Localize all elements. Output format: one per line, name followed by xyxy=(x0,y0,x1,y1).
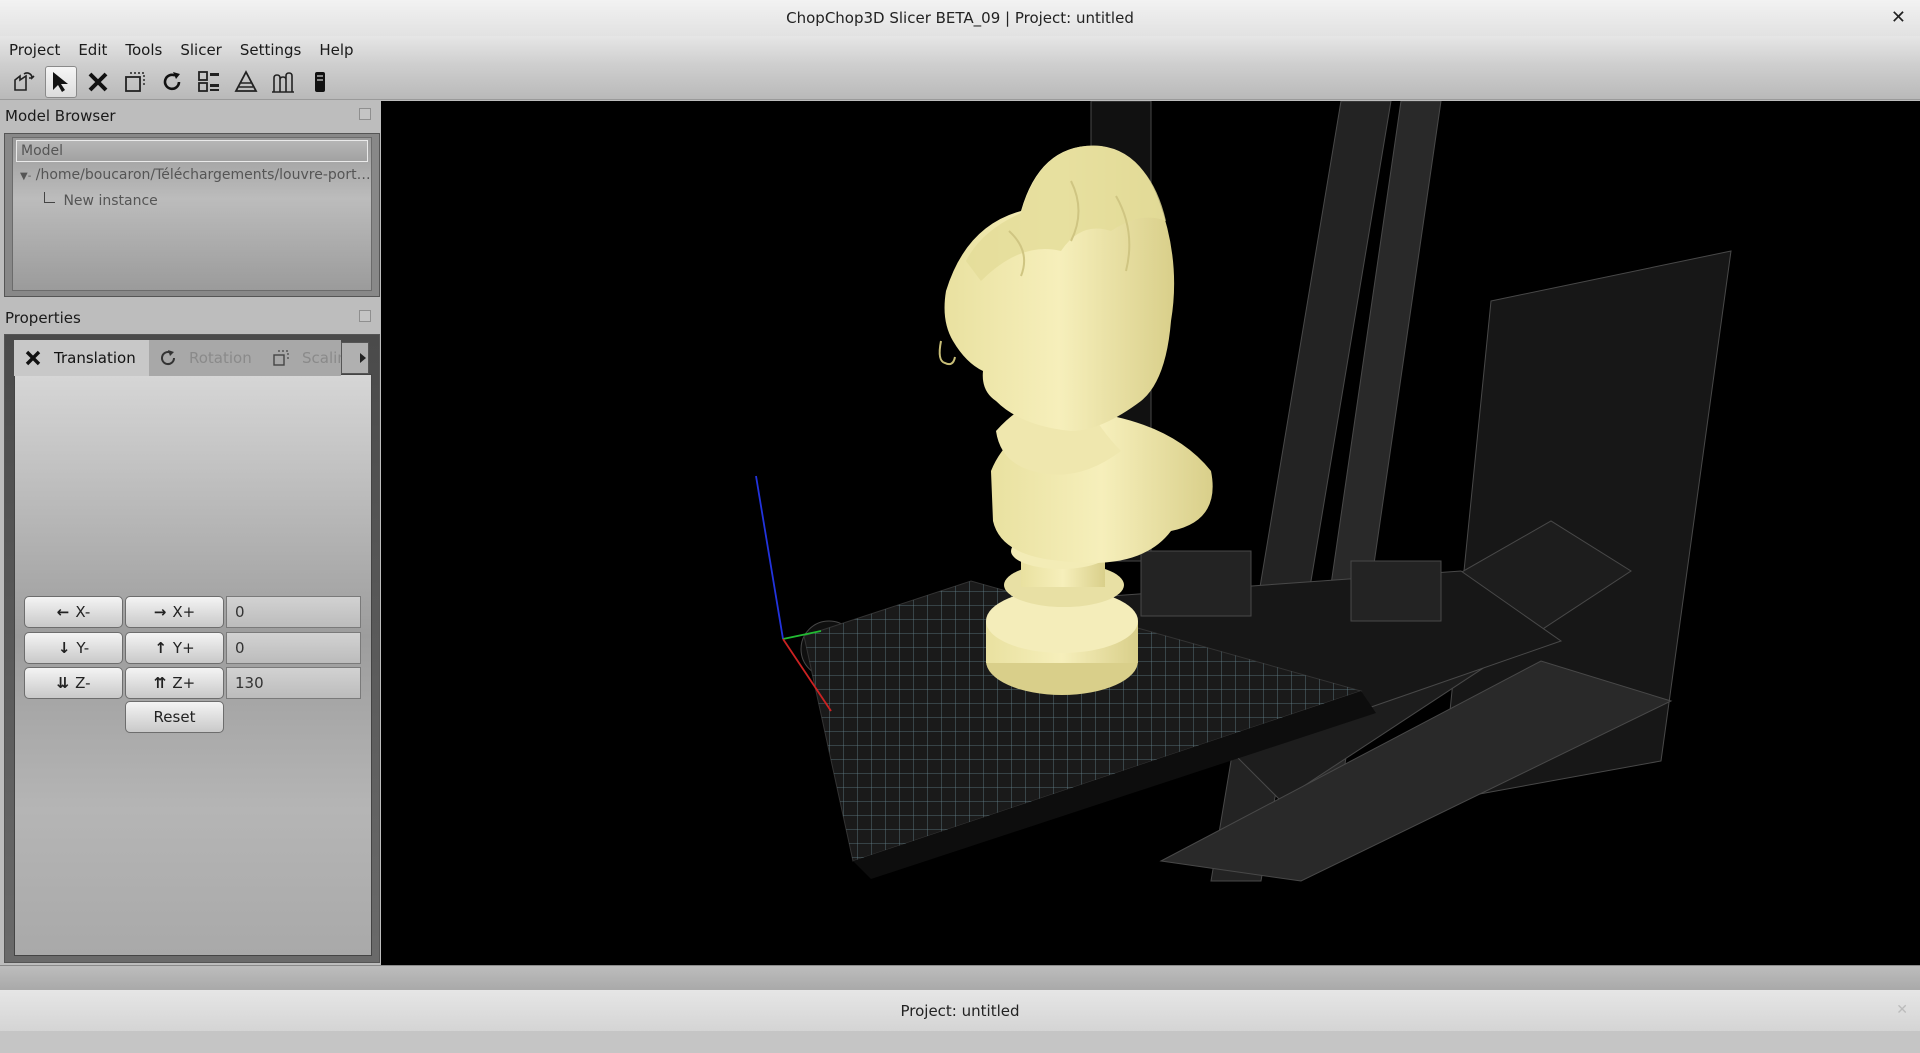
tab-translation-label: Translation xyxy=(54,349,136,367)
arrange-icon[interactable] xyxy=(193,66,225,98)
slice-icon[interactable] xyxy=(230,66,262,98)
properties-tabs: Translation Rotation Scalin xyxy=(14,340,341,376)
x-plus-label: X+ xyxy=(172,603,196,621)
arrow-down-icon: ↓ xyxy=(57,639,71,657)
z-plus-button[interactable]: ⇈ Z+ xyxy=(125,667,224,699)
arrow-up-icon: ↑ xyxy=(154,639,167,657)
double-chevron-down-icon: ⇊ xyxy=(56,674,70,692)
dock-icon[interactable] xyxy=(359,310,371,322)
y-minus-button[interactable]: ↓ Y- xyxy=(24,632,123,664)
dock-splitter[interactable] xyxy=(0,965,1920,990)
menu-edit[interactable]: Edit xyxy=(69,36,116,64)
scale-icon xyxy=(273,350,289,366)
menu-tools[interactable]: Tools xyxy=(116,36,171,64)
close-icon[interactable]: ✕ xyxy=(1891,7,1906,28)
x-plus-button[interactable]: → X+ xyxy=(125,596,224,628)
tab-scaling[interactable]: Scalin xyxy=(262,340,341,376)
tab-scroll-right-button[interactable] xyxy=(341,342,369,374)
tree-connector-icon xyxy=(44,192,55,203)
status-text: Project: untitled xyxy=(900,1002,1020,1020)
tab-rotation[interactable]: Rotation xyxy=(149,340,262,376)
menu-slicer[interactable]: Slicer xyxy=(171,36,231,64)
select-pointer-icon[interactable] xyxy=(45,65,77,98)
double-chevron-up-icon: ⇈ xyxy=(153,674,167,692)
instance-label: New instance xyxy=(63,193,158,209)
z-plus-label: Z+ xyxy=(172,674,196,692)
rotate-icon xyxy=(161,350,176,366)
y-value-field[interactable]: 0 xyxy=(226,632,361,664)
menu-project[interactable]: Project xyxy=(0,36,69,64)
toolbar xyxy=(0,64,1920,100)
tab-translation[interactable]: Translation xyxy=(14,340,149,376)
properties-header: Properties xyxy=(4,306,381,330)
model-column-header[interactable]: Model xyxy=(16,140,368,162)
model-browser-header: Model Browser xyxy=(4,104,381,128)
scene xyxy=(755,101,1732,882)
status-bar: Project: untitled ✕ xyxy=(0,989,1920,1033)
file-path-label: /home/boucaron/Téléchargements/louvre-po… xyxy=(35,167,371,183)
dock-icon[interactable] xyxy=(359,108,371,120)
arrow-left-icon: ← xyxy=(56,603,70,621)
x-minus-button[interactable]: ← X- xyxy=(24,596,123,628)
menu-settings[interactable]: Settings xyxy=(231,36,311,64)
reset-button[interactable]: Reset xyxy=(125,701,224,733)
supports-icon[interactable] xyxy=(267,66,299,98)
scale-icon[interactable] xyxy=(119,66,151,98)
rotate-icon[interactable] xyxy=(156,66,188,98)
arrow-right-icon: → xyxy=(153,603,167,621)
tree-item-instance[interactable]: New instance xyxy=(44,192,158,209)
printer-icon[interactable] xyxy=(304,66,336,98)
translate-icon xyxy=(25,350,41,366)
open-project-icon[interactable] xyxy=(8,66,40,98)
expand-arrow-icon[interactable]: ▼- xyxy=(20,171,31,182)
y-plus-label: Y+ xyxy=(172,639,195,657)
tab-rotation-label: Rotation xyxy=(189,349,252,367)
footer-bar xyxy=(0,1031,1920,1053)
x-value-field[interactable]: 0 xyxy=(226,596,361,628)
properties-content xyxy=(14,374,372,956)
z-value-field[interactable]: 130 xyxy=(226,667,361,699)
x-minus-label: X- xyxy=(75,603,91,621)
y-minus-label: Y- xyxy=(76,639,90,657)
tab-scaling-label: Scalin xyxy=(302,349,341,367)
properties-title: Properties xyxy=(5,309,81,327)
z-minus-button[interactable]: ⇊ Z- xyxy=(24,667,123,699)
tree-item-file[interactable]: ▼- /home/boucaron/Téléchargements/louvre… xyxy=(20,167,371,183)
title-bar: ChopChop3D Slicer BETA_09 | Project: unt… xyxy=(0,0,1920,37)
3d-viewport[interactable] xyxy=(381,101,1920,965)
window-title: ChopChop3D Slicer BETA_09 | Project: unt… xyxy=(786,9,1134,27)
menu-help[interactable]: Help xyxy=(310,36,362,64)
model-browser-title: Model Browser xyxy=(5,107,116,125)
y-plus-button[interactable]: ↑ Y+ xyxy=(125,632,224,664)
z-minus-label: Z- xyxy=(75,674,91,692)
chevron-right-icon xyxy=(360,353,366,363)
translate-icon[interactable] xyxy=(82,66,114,98)
close-icon[interactable]: ✕ xyxy=(1896,1002,1908,1018)
menu-bar: Project Edit Tools Slicer Settings Help xyxy=(0,36,1920,64)
